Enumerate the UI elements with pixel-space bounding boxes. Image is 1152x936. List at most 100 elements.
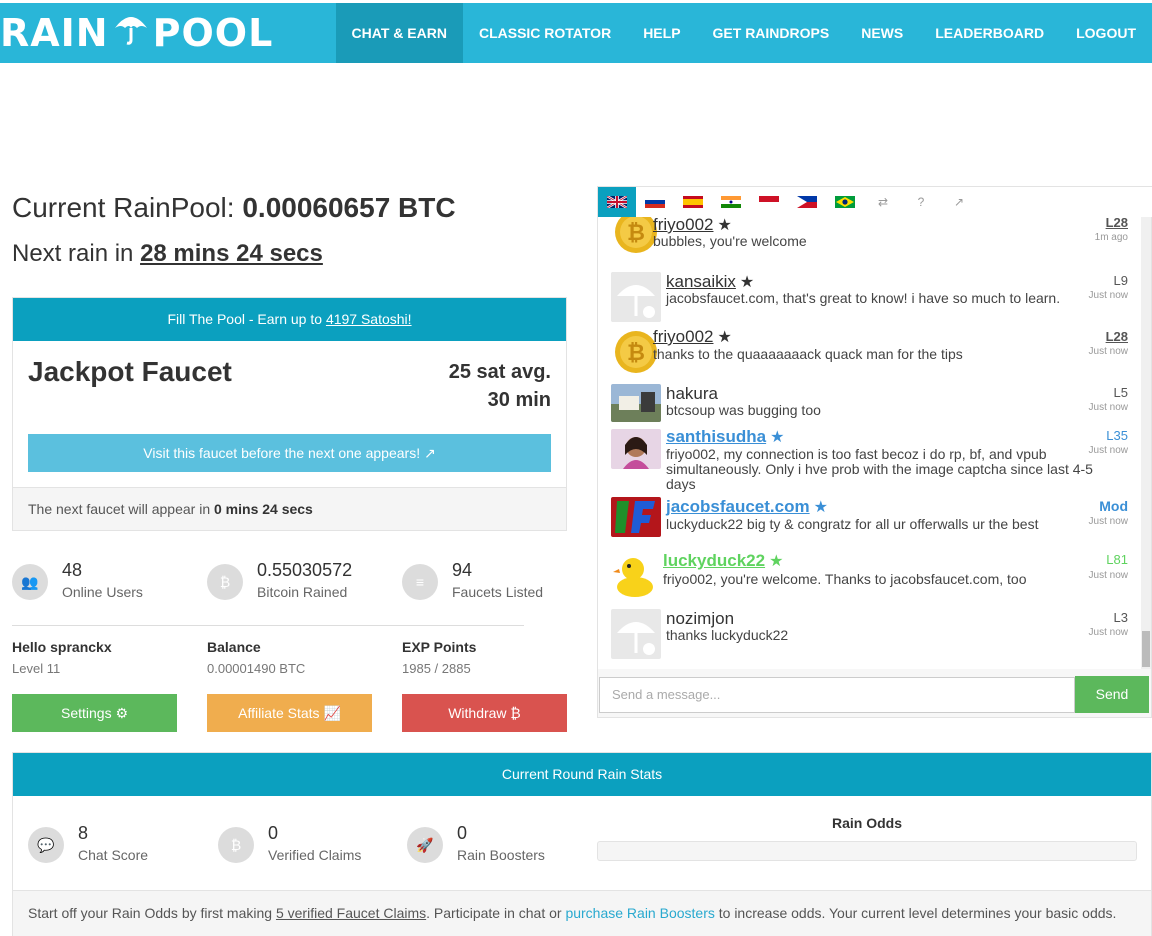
- chat-message: kansaikix ★ jacobsfaucet.com, that's grea…: [598, 270, 1143, 326]
- stat-chat-score: 💬 8 Chat Score: [28, 823, 148, 863]
- nav-classic-rotator[interactable]: CLASSIC ROTATOR: [463, 3, 627, 63]
- user-level: L35: [1106, 428, 1128, 443]
- flag-brazil[interactable]: [826, 187, 864, 217]
- user-level: L5: [1113, 385, 1128, 400]
- stat-label: Verified Claims: [268, 847, 362, 863]
- chat-messages[interactable]: ₿ friyo002 ★ bubbles, you're welcome L28 …: [598, 217, 1143, 669]
- users-icon: 👥: [12, 564, 48, 600]
- stat-bitcoin-rained: ₿ 0.55030572 Bitcoin Rained: [207, 560, 352, 600]
- stat-value: 0.55030572: [257, 560, 353, 580]
- affiliate-stats-button[interactable]: Affiliate Stats 📈: [207, 694, 372, 732]
- logo-text-left: RAIN: [0, 11, 109, 55]
- faucet-earn-link[interactable]: 4197 Satoshi!: [326, 311, 412, 327]
- next-faucet-countdown: 0 mins 24 secs: [214, 501, 313, 517]
- balance-label: Balance: [207, 639, 261, 655]
- nav-news[interactable]: NEWS: [845, 3, 919, 63]
- chat-message: ₿ friyo002 ★ bubbles, you're welcome L28 …: [598, 217, 1143, 267]
- flag-india[interactable]: [712, 187, 750, 217]
- spain-flag-icon: [683, 196, 703, 208]
- nav-logout[interactable]: LOGOUT: [1060, 3, 1152, 63]
- star-icon: ★: [813, 499, 828, 516]
- message-time: Just now: [1088, 627, 1128, 638]
- umbrella-avatar: [611, 609, 661, 659]
- stat-label: Rain Boosters: [457, 847, 545, 863]
- flag-indonesia[interactable]: [750, 187, 788, 217]
- user-level: L3: [1113, 610, 1128, 625]
- chat-username[interactable]: friyo002 ★: [653, 327, 732, 347]
- svg-text:₿: ₿: [627, 341, 645, 366]
- message-time: Just now: [1088, 570, 1128, 581]
- stat-label: Chat Score: [78, 847, 149, 863]
- umbrella-avatar: [611, 272, 661, 322]
- flag-russia[interactable]: [636, 187, 674, 217]
- flag-spain[interactable]: [674, 187, 712, 217]
- visit-faucet-button[interactable]: Visit this faucet before the next one ap…: [28, 434, 551, 472]
- swap-icon[interactable]: ⇄: [864, 187, 902, 217]
- rainpool-logo[interactable]: RAIN POOL: [0, 11, 273, 55]
- flag-uk[interactable]: [598, 187, 636, 217]
- user-level: L28: [1105, 329, 1128, 344]
- bitcoin-icon: ₿: [207, 564, 243, 600]
- nav-menu: CHAT & EARN CLASSIC ROTATOR HELP GET RAI…: [335, 3, 1152, 63]
- chat-username[interactable]: kansaikix ★: [666, 272, 754, 292]
- user-level: Mod: [1099, 498, 1128, 514]
- star-icon: ★: [717, 329, 732, 346]
- current-rainpool: Current RainPool: 0.00060657 BTC: [12, 192, 456, 224]
- verified-claims-link[interactable]: 5 verified Faucet Claims: [276, 905, 426, 921]
- chat-username[interactable]: luckyduck22 ★: [663, 551, 783, 571]
- chat-message-input[interactable]: Send a message...: [599, 677, 1075, 713]
- withdraw-button[interactable]: Withdraw ₿: [402, 694, 567, 732]
- indonesia-flag-icon: [759, 196, 779, 208]
- stat-label: Bitcoin Rained: [257, 584, 348, 600]
- umbrella-drop-icon: [113, 11, 149, 55]
- top-navbar: RAIN POOL CHAT & EARN CLASSIC ROTATOR HE…: [0, 3, 1152, 63]
- chat-username[interactable]: jacobsfaucet.com ★: [666, 497, 828, 517]
- round-stats-title: Current Round Rain Stats: [13, 753, 1151, 796]
- rain-countdown: 28 mins 24 secs: [140, 240, 323, 267]
- faucet-header-text: Fill The Pool - Earn up to: [167, 311, 323, 327]
- purchase-boosters-link[interactable]: purchase Rain Boosters: [565, 905, 714, 921]
- star-icon: ★: [739, 274, 755, 291]
- stat-value: 8: [78, 823, 89, 843]
- stat-verified-claims: ₿ 0 Verified Claims: [218, 823, 361, 863]
- stat-value: 0: [268, 823, 279, 843]
- scrollbar-thumb[interactable]: [1142, 631, 1150, 667]
- message-time: Just now: [1088, 445, 1128, 456]
- chat-scrollbar[interactable]: [1141, 217, 1151, 669]
- chat-username[interactable]: santhisudha ★: [666, 427, 784, 447]
- send-button[interactable]: Send: [1075, 676, 1149, 713]
- nav-help[interactable]: HELP: [627, 3, 696, 63]
- message-time: Just now: [1088, 290, 1128, 301]
- chat-username[interactable]: nozimjon: [666, 609, 734, 629]
- logo-text-right: POOL: [152, 11, 274, 55]
- rain-odds-progress: [597, 841, 1137, 861]
- round-stats-panel: Current Round Rain Stats 💬 8 Chat Score ₿…: [12, 752, 1152, 936]
- settings-button[interactable]: Settings ⚙: [12, 694, 177, 732]
- chat-text: bubbles, you're welcome: [653, 233, 807, 249]
- flag-philippines[interactable]: [788, 187, 826, 217]
- nav-chat-earn[interactable]: CHAT & EARN: [335, 3, 463, 63]
- nav-leaderboard[interactable]: LEADERBOARD: [919, 3, 1060, 63]
- chat-message: jacobsfaucet.com ★ luckyduck22 big ty & c…: [598, 497, 1143, 549]
- help-icon[interactable]: ?: [902, 187, 940, 217]
- rain-label: Next rain in: [12, 240, 134, 267]
- chat-text: thanks to the quaaaaaaack quack man for …: [653, 346, 963, 362]
- chat-message: luckyduck22 ★ friyo002, you're welcome. T…: [598, 551, 1143, 607]
- star-icon: ★: [769, 553, 784, 570]
- russia-flag-icon: [645, 196, 665, 208]
- nav-get-raindrops[interactable]: GET RAINDROPS: [697, 3, 846, 63]
- pool-label: Current RainPool:: [12, 192, 235, 223]
- chat-message: santhisudha ★ friyo002, my connection is …: [598, 427, 1143, 497]
- chat-message: ₿ friyo002 ★ thanks to the quaaaaaaack qu…: [598, 327, 1143, 383]
- next-faucet-label: The next faucet will appear in: [28, 501, 211, 517]
- chat-username[interactable]: hakura: [666, 384, 718, 404]
- user-level: L9: [1113, 273, 1128, 288]
- rocket-icon: 🚀: [407, 827, 443, 863]
- chat-text: jacobsfaucet.com, that's great to know! …: [666, 290, 1061, 306]
- exp-label: EXP Points: [402, 639, 477, 655]
- jf-avatar: [611, 497, 661, 537]
- next-rain: Next rain in 28 mins 24 secs: [12, 240, 323, 268]
- stat-value: 48: [62, 560, 83, 580]
- photo-avatar: [611, 429, 661, 469]
- popout-icon[interactable]: ↗: [940, 187, 978, 217]
